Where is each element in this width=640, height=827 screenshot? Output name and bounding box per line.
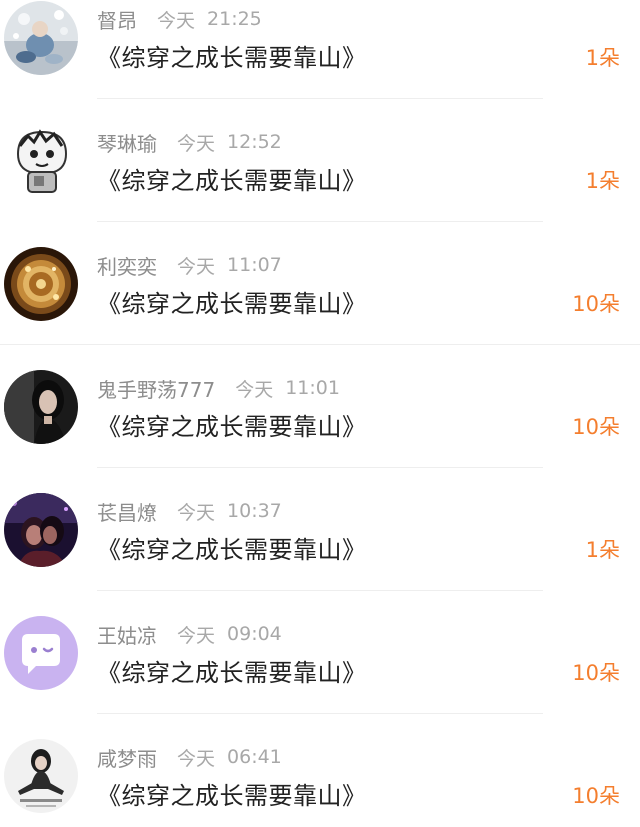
username[interactable]: 利奕奕 (97, 251, 157, 280)
couple-photo-avatar-icon (4, 493, 78, 567)
list-item[interactable]: 苌昌燎 今天 10:37 《综穿之成长需要靠山》 1朵 (0, 492, 640, 615)
list-item[interactable]: 琴琳瑜 今天 12:52 《综穿之成长需要靠山》 1朵 (0, 123, 640, 246)
comment-meta: 督昂 今天 21:25 (97, 5, 262, 33)
comment-meta: 咸梦雨 今天 06:41 (97, 743, 282, 771)
timestamp-time: 10:37 (227, 500, 282, 522)
comment-text: 《综穿之成长需要靠山》 (97, 536, 367, 564)
username[interactable]: 鬼手野荡777 (97, 374, 215, 403)
timestamp-day: 今天 (235, 378, 274, 401)
flower-count: 10朵 (572, 415, 620, 439)
divider (0, 344, 640, 345)
comment-meta: 苌昌燎 今天 10:37 (97, 497, 282, 525)
girl-photo-avatar-icon (4, 370, 78, 444)
avatar[interactable] (4, 1, 78, 75)
timestamp-day: 今天 (157, 9, 196, 32)
chat-bubble-avatar-icon (4, 616, 78, 690)
flower-count: 10朵 (572, 661, 620, 685)
comment-meta: 利奕奕 今天 11:07 (97, 251, 282, 279)
comment-meta: 王姑凉 今天 09:04 (97, 620, 282, 648)
timestamp-day: 今天 (177, 132, 216, 155)
avatar[interactable] (4, 124, 78, 198)
timestamp-time: 11:01 (285, 377, 340, 399)
list-item[interactable]: 王姑凉 今天 09:04 《综穿之成长需要靠山》 10朵 (0, 615, 640, 738)
divider (97, 98, 543, 99)
snowy-figure-avatar-icon (4, 1, 78, 75)
pocket-watch-avatar-icon (4, 247, 78, 321)
avatar[interactable] (4, 616, 78, 690)
timestamp-time: 06:41 (227, 746, 282, 768)
username[interactable]: 琴琳瑜 (97, 128, 157, 157)
divider (97, 221, 543, 222)
list-item[interactable]: 鬼手野荡777 今天 11:01 《综穿之成长需要靠山》 10朵 (0, 369, 640, 492)
timestamp-day: 今天 (177, 747, 216, 770)
timestamp-time: 09:04 (227, 623, 282, 645)
avatar[interactable] (4, 739, 78, 813)
comment-text: 《综穿之成长需要靠山》 (97, 659, 367, 687)
timestamp-day: 今天 (177, 624, 216, 647)
username[interactable]: 督昂 (97, 5, 137, 34)
timestamp-day: 今天 (177, 501, 216, 524)
username[interactable]: 苌昌燎 (97, 497, 157, 526)
comment-text: 《综穿之成长需要靠山》 (97, 44, 367, 72)
timestamp-day: 今天 (177, 255, 216, 278)
list-item[interactable]: 督昂 今天 21:25 《综穿之成长需要靠山》 1朵 (0, 0, 640, 123)
cartoon-sketch-avatar-icon (4, 124, 78, 198)
avatar[interactable] (4, 493, 78, 567)
username[interactable]: 王姑凉 (97, 620, 157, 649)
comment-text: 《综穿之成长需要靠山》 (97, 290, 367, 318)
comment-meta: 琴琳瑜 今天 12:52 (97, 128, 282, 156)
comment-text: 《综穿之成长需要靠山》 (97, 413, 367, 441)
girl-sitting-avatar-icon (4, 739, 78, 813)
flower-count: 10朵 (572, 784, 620, 808)
comment-text: 《综穿之成长需要靠山》 (97, 782, 367, 810)
divider (97, 713, 543, 714)
flower-count: 1朵 (585, 169, 620, 193)
comment-meta: 鬼手野荡777 今天 11:01 (97, 374, 340, 402)
flower-count: 10朵 (572, 292, 620, 316)
flower-count: 1朵 (585, 538, 620, 562)
avatar[interactable] (4, 247, 78, 321)
timestamp-time: 11:07 (227, 254, 282, 276)
flower-count: 1朵 (585, 46, 620, 70)
comment-text: 《综穿之成长需要靠山》 (97, 167, 367, 195)
avatar[interactable] (4, 370, 78, 444)
list-item[interactable]: 咸梦雨 今天 06:41 《综穿之成长需要靠山》 10朵 (0, 738, 640, 827)
divider (97, 590, 543, 591)
divider (97, 467, 543, 468)
comment-list: 督昂 今天 21:25 《综穿之成长需要靠山》 1朵 琴琳瑜 今天 12:52 (0, 0, 640, 827)
timestamp-time: 21:25 (207, 8, 262, 30)
username[interactable]: 咸梦雨 (97, 743, 157, 772)
list-item[interactable]: 利奕奕 今天 11:07 《综穿之成长需要靠山》 10朵 (0, 246, 640, 369)
timestamp-time: 12:52 (227, 131, 282, 153)
